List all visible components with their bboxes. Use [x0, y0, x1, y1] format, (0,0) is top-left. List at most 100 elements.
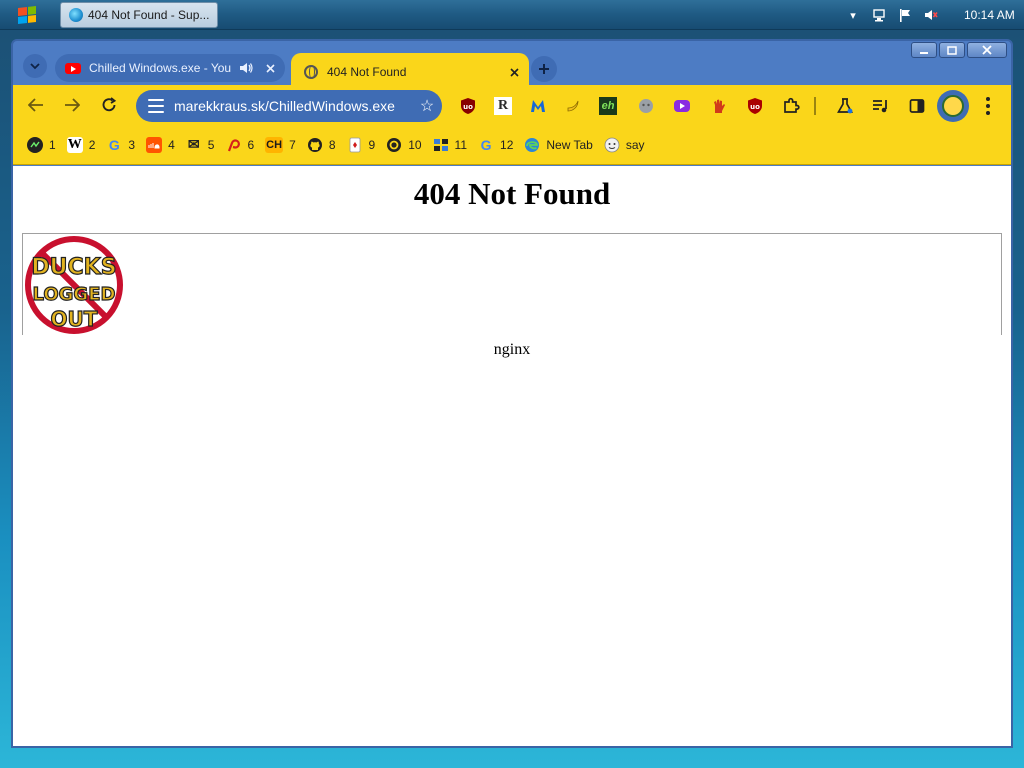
- clock[interactable]: 10:14 AM: [964, 8, 1015, 22]
- google-icon: G: [480, 136, 492, 153]
- ublock-origin-icon[interactable]: uo: [459, 97, 477, 115]
- bookmark-label: 6: [247, 137, 255, 152]
- forward-button[interactable]: [61, 94, 83, 116]
- browser-app-icon: [69, 8, 83, 22]
- address-bar[interactable]: marekkraus.sk/ChilledWindows.exe ☆: [136, 90, 442, 122]
- extensions-puzzle-icon[interactable]: [782, 97, 800, 115]
- tab-title: 404 Not Found: [327, 65, 407, 79]
- image-frame: DUCKS LOGGED OUT: [22, 233, 1002, 335]
- bookmarks-bar: 1 W 2 G 3 4 ✉ 5 6 CH 7 8 9 10 11 G 12 Ne…: [13, 125, 1011, 165]
- page-title: 404 Not Found: [413, 176, 611, 211]
- network-icon[interactable]: [872, 8, 886, 22]
- new-tab-button[interactable]: [531, 56, 557, 82]
- red-hand-extension-icon[interactable]: [710, 97, 728, 115]
- bookmark-label: 11: [454, 137, 468, 152]
- server-signature: nginx: [493, 341, 531, 358]
- bookmark-label: 2: [88, 137, 96, 152]
- malwarebytes-icon[interactable]: [529, 97, 547, 115]
- ch-icon: CH: [265, 136, 284, 153]
- app-grid-icon: [433, 137, 449, 153]
- bookmark-label: 10: [408, 137, 422, 152]
- toolbar: marekkraus.sk/ChilledWindows.exe ☆ uo R …: [13, 85, 1011, 125]
- grey-face-extension-icon[interactable]: [637, 97, 655, 115]
- taskbar-item-browser[interactable]: 404 Not Found - Sup...: [60, 2, 218, 28]
- cards-icon: [347, 137, 363, 153]
- bookmark-label: 1: [49, 137, 56, 152]
- browser-window: Chilled Windows.exe - You 404 Not Found: [11, 39, 1013, 748]
- bookmark-6[interactable]: 6: [223, 132, 263, 158]
- bookmark-9[interactable]: 9: [345, 132, 385, 158]
- side-panel-icon[interactable]: [908, 97, 926, 115]
- bookmark-label: 12: [500, 137, 514, 152]
- site-info-icon[interactable]: [148, 99, 164, 113]
- reload-button[interactable]: [98, 94, 120, 116]
- back-button[interactable]: [25, 94, 47, 116]
- media-control-icon[interactable]: [872, 97, 890, 115]
- labs-flask-icon[interactable]: [836, 97, 854, 115]
- pinterest-like-icon: [225, 137, 241, 153]
- face-icon: [604, 137, 620, 153]
- taskbar: 404 Not Found - Sup... ▾ 10:14 AM: [0, 0, 1024, 30]
- extension-eh-icon[interactable]: eh: [599, 97, 617, 115]
- bookmark-7[interactable]: CH 7: [263, 132, 305, 158]
- youtube-icon: [65, 60, 81, 76]
- tab-search-button[interactable]: [23, 54, 47, 78]
- ublock-alt-icon[interactable]: uo: [746, 97, 764, 115]
- bookmark-12[interactable]: G 12: [476, 132, 522, 158]
- url-text[interactable]: marekkraus.sk/ChilledWindows.exe: [174, 98, 412, 114]
- close-tab-icon[interactable]: [261, 59, 279, 77]
- tab-strip: Chilled Windows.exe - You 404 Not Found: [13, 47, 1011, 91]
- google-icon: G: [108, 136, 120, 153]
- bookmark-1[interactable]: 1: [25, 132, 65, 158]
- audio-playing-icon[interactable]: [237, 59, 255, 77]
- bookmark-5[interactable]: ✉ 5: [184, 132, 224, 158]
- bookmark-11[interactable]: 11: [431, 132, 476, 158]
- bookmark-2[interactable]: W 2: [65, 132, 105, 158]
- svg-text:uo: uo: [463, 103, 473, 111]
- image-text-out: OUT: [51, 307, 98, 331]
- bookmark-label: 4: [168, 137, 175, 152]
- bookmark-star-icon[interactable]: ☆: [412, 96, 442, 116]
- tray-expand-icon[interactable]: ▾: [846, 8, 860, 22]
- purple-video-extension-icon[interactable]: [673, 97, 691, 115]
- bookmark-3[interactable]: G 3: [104, 132, 144, 158]
- image-text-logged: LOGGED: [33, 284, 116, 305]
- bookmark-label: 9: [368, 137, 376, 152]
- taskbar-item-label: 404 Not Found - Sup...: [88, 8, 210, 22]
- edge-icon: [524, 137, 540, 153]
- tab-title: Chilled Windows.exe - You: [89, 61, 232, 75]
- image-text-ducks: DUCKS: [31, 255, 116, 280]
- bookmark-8[interactable]: 8: [305, 132, 345, 158]
- action-center-flag-icon[interactable]: [898, 8, 912, 22]
- bookmark-new-tab[interactable]: New Tab: [522, 132, 601, 158]
- tab-chilled-windows[interactable]: Chilled Windows.exe - You: [55, 54, 285, 82]
- bookmark-say[interactable]: say: [602, 132, 654, 158]
- bookmark-label: 7: [289, 137, 296, 152]
- bookmark-label: 3: [128, 137, 136, 152]
- page-content: 404 Not Found DUCKS LOGGED OUT nginx: [13, 166, 1011, 746]
- bookmark-label: 8: [328, 137, 336, 152]
- svg-text:uo: uo: [750, 103, 760, 111]
- bookmark-label: say: [625, 137, 645, 152]
- bookmark-1-icon: [27, 136, 43, 153]
- volume-muted-icon[interactable]: [924, 8, 938, 22]
- browser-menu-button[interactable]: [981, 95, 995, 117]
- wikipedia-icon: W: [66, 136, 83, 153]
- banana-extension-icon[interactable]: [564, 97, 582, 115]
- bookmark-10[interactable]: 10: [384, 132, 430, 158]
- bookmark-label: 5: [207, 137, 215, 152]
- close-tab-icon[interactable]: [505, 63, 523, 81]
- mail-icon: ✉: [187, 136, 200, 152]
- windows-logo-icon: [18, 6, 36, 24]
- circle-logo-icon: [386, 137, 402, 153]
- profile-avatar[interactable]: [937, 90, 969, 122]
- github-icon: [307, 137, 323, 153]
- extension-r-icon[interactable]: R: [494, 97, 512, 115]
- soundcloud-icon: [146, 136, 163, 153]
- bookmark-label: New Tab: [546, 137, 593, 152]
- start-button[interactable]: [10, 4, 44, 26]
- toolbar-separator: [813, 97, 817, 115]
- system-tray: ▾ 10:14 AM: [834, 0, 1024, 30]
- ducks-logged-out-image: DUCKS LOGGED OUT: [25, 236, 123, 334]
- bookmark-4[interactable]: 4: [144, 132, 184, 158]
